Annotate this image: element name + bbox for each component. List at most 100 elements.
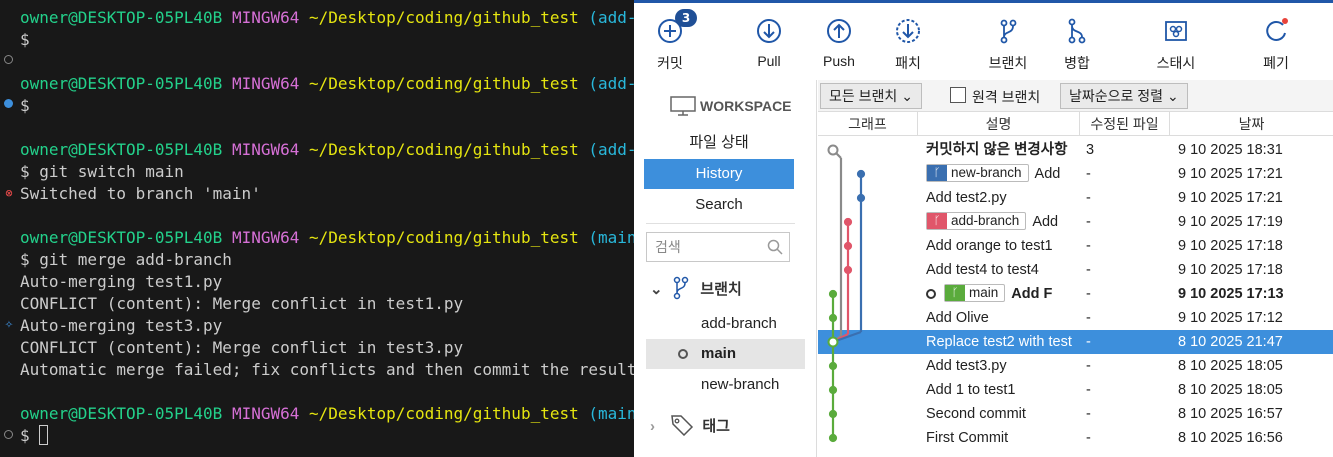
commit-row[interactable]: ᚴ add-branch Add - 9 10 2025 17:19 xyxy=(818,210,1333,234)
commit-row[interactable]: Add test3.py - 8 10 2025 18:05 xyxy=(818,354,1333,378)
commit-log: 커밋하지 않은 변경사항 3 9 10 2025 18:31 ᚴ new-branch A… xyxy=(818,136,1333,457)
commit-changes: - xyxy=(1086,262,1091,278)
terminal-line: $ xyxy=(20,96,30,115)
pull-icon xyxy=(757,19,781,43)
commit-node[interactable] xyxy=(827,336,839,348)
discard-button[interactable]: 폐기 xyxy=(1246,17,1306,77)
terminal-line: Switched to branch 'main' xyxy=(20,184,261,203)
head-marker-icon xyxy=(926,289,936,299)
commit-description: Add test2.py xyxy=(926,190,1007,206)
commit-node[interactable] xyxy=(828,409,838,419)
terminal-line: CONFLICT (content): Merge conflict in te… xyxy=(20,338,464,357)
sidebar-item-search[interactable]: Search xyxy=(644,190,794,220)
remote-branches-label: 원격 브랜치 xyxy=(972,89,1041,105)
sidebar-search-input[interactable]: 검색 xyxy=(646,232,790,262)
commit-row[interactable]: 커밋하지 않은 변경사항 3 9 10 2025 18:31 xyxy=(818,138,1333,162)
branch-label[interactable]: ᚴ add-branch xyxy=(926,212,1027,230)
commit-row[interactable]: First Commit - 8 10 2025 16:56 xyxy=(818,426,1333,450)
branch-button[interactable]: 브랜치 xyxy=(978,17,1038,77)
commit-node[interactable] xyxy=(828,361,838,371)
branch-icon xyxy=(1000,19,1017,44)
commit-date: 8 10 2025 21:47 xyxy=(1178,334,1283,350)
commit-graph xyxy=(827,144,866,443)
column-graph[interactable]: 그래프 xyxy=(818,112,918,136)
stash-icon xyxy=(1165,21,1187,41)
column-changed-files[interactable]: 수정된 파일 xyxy=(1080,112,1170,136)
commit-node[interactable] xyxy=(856,169,866,179)
commit-node[interactable] xyxy=(827,144,839,156)
commit-description: ᚴ add-branch Add xyxy=(926,210,1072,234)
commit-date: 9 10 2025 17:21 xyxy=(1178,190,1283,206)
commit-row[interactable]: ᚴ main Add F- 9 10 2025 17:13 xyxy=(818,282,1333,306)
commit-date: 9 10 2025 17:19 xyxy=(1178,214,1283,230)
commit-row[interactable]: Add 1 to test1 - 8 10 2025 18:05 xyxy=(818,378,1333,402)
command-decoration-icon xyxy=(4,99,13,108)
commit-description: ᚴ main Add F xyxy=(926,282,1072,306)
commit-row[interactable]: Replace test2 with test - 8 10 2025 21:47 xyxy=(818,330,1333,354)
merge-button[interactable]: 병합 xyxy=(1047,17,1107,77)
commit-row[interactable]: Add Olive - 9 10 2025 17:12 xyxy=(818,306,1333,330)
monitor-icon xyxy=(670,96,696,116)
terminal-line: $ git merge add-branch xyxy=(20,250,232,269)
commit-node[interactable] xyxy=(843,241,853,251)
sidebar-branch-new-branch[interactable]: new-branch xyxy=(646,370,805,400)
tags-section-header[interactable]: › 태그 xyxy=(650,414,730,437)
commit-date: 8 10 2025 16:56 xyxy=(1178,430,1283,446)
terminal-cursor xyxy=(39,425,49,445)
filter-bar: 모든 브랜치 ⌄ 원격 브랜치 날짜순으로 정렬 ⌄ xyxy=(818,80,1333,112)
commit-date: 9 10 2025 17:13 xyxy=(1178,286,1284,302)
commit-changes: - xyxy=(1086,286,1091,302)
commit-node[interactable] xyxy=(843,265,853,275)
commit-row[interactable]: ᚴ new-branch Add - 9 10 2025 17:21 xyxy=(818,162,1333,186)
commit-node[interactable] xyxy=(843,217,853,227)
commit-node[interactable] xyxy=(828,289,838,299)
commit-description: 커밋하지 않은 변경사항 xyxy=(926,142,1068,158)
chevron-down-icon: ⌄ xyxy=(650,281,663,298)
commit-date: 9 10 2025 17:18 xyxy=(1178,262,1283,278)
terminal-panel[interactable]: owner@DESKTOP-05PL40B MINGW64 ~/Desktop/… xyxy=(0,0,634,457)
log-header: 그래프 설명 수정된 파일 날짜 xyxy=(818,112,1333,136)
sidebar-branch-main[interactable]: main xyxy=(646,339,805,369)
terminal-prompt-line: owner@DESKTOP-05PL40B MINGW64 ~/Desktop/… xyxy=(20,74,634,93)
commit-description: Add orange to test1 xyxy=(926,238,1053,254)
commit-date: 8 10 2025 18:05 xyxy=(1178,382,1283,398)
commit-node[interactable] xyxy=(856,193,866,203)
branch-icon: ᚴ xyxy=(927,165,947,181)
sparkle-icon[interactable]: ✧ xyxy=(3,317,15,331)
column-date[interactable]: 날짜 xyxy=(1170,112,1333,136)
branch-icon: ᚴ xyxy=(927,213,947,229)
commit-row[interactable]: Add test4 to test4 - 9 10 2025 17:18 xyxy=(818,258,1333,282)
commit-changes: - xyxy=(1086,214,1091,230)
sort-order-select[interactable]: 날짜순으로 정렬 ⌄ xyxy=(1060,83,1188,109)
branches-section-header[interactable]: ⌄ 브랜치 xyxy=(650,276,742,300)
fetch-button[interactable]: 패치 xyxy=(878,17,938,77)
commit-changes: - xyxy=(1086,430,1091,446)
sidebar-item-file-status[interactable]: 파일 상태 xyxy=(644,128,794,158)
remote-branches-checkbox[interactable] xyxy=(950,87,966,103)
terminal-prompt-line: owner@DESKTOP-05PL40B MINGW64 ~/Desktop/… xyxy=(20,140,634,159)
terminal-line: Auto-merging test1.py xyxy=(20,272,223,291)
terminal-line: Auto-merging test3.py xyxy=(20,316,223,335)
terminal-input-line[interactable]: $ xyxy=(20,425,49,447)
commit-node[interactable] xyxy=(828,433,838,443)
branch-label[interactable]: ᚴ new-branch xyxy=(926,164,1029,182)
push-button[interactable]: Push xyxy=(809,17,869,77)
commit-row[interactable]: Second commit - 8 10 2025 16:57 xyxy=(818,402,1333,426)
column-description[interactable]: 설명 xyxy=(918,112,1080,136)
commit-node[interactable] xyxy=(828,313,838,323)
notification-dot-icon xyxy=(1282,18,1288,24)
commit-row[interactable]: Add orange to test1 - 9 10 2025 17:18 xyxy=(818,234,1333,258)
pull-button[interactable]: Pull xyxy=(739,17,799,77)
commit-date: 9 10 2025 17:12 xyxy=(1178,310,1283,326)
commit-node[interactable] xyxy=(828,385,838,395)
branch-label[interactable]: ᚴ main xyxy=(944,284,1006,302)
sidebar-branch-add-branch[interactable]: add-branch xyxy=(646,309,805,339)
commit-date: 9 10 2025 17:21 xyxy=(1178,166,1283,182)
commit-changes: - xyxy=(1086,310,1091,326)
commit-row[interactable]: Add test2.py - 9 10 2025 17:21 xyxy=(818,186,1333,210)
terminal-line: $ xyxy=(20,30,30,49)
branch-filter-select[interactable]: 모든 브랜치 ⌄ xyxy=(820,83,922,109)
sidebar-item-history[interactable]: History xyxy=(644,159,794,189)
terminal-line: Automatic merge failed; fix conflicts an… xyxy=(20,360,634,379)
stash-button[interactable]: 스태시 xyxy=(1146,17,1206,77)
